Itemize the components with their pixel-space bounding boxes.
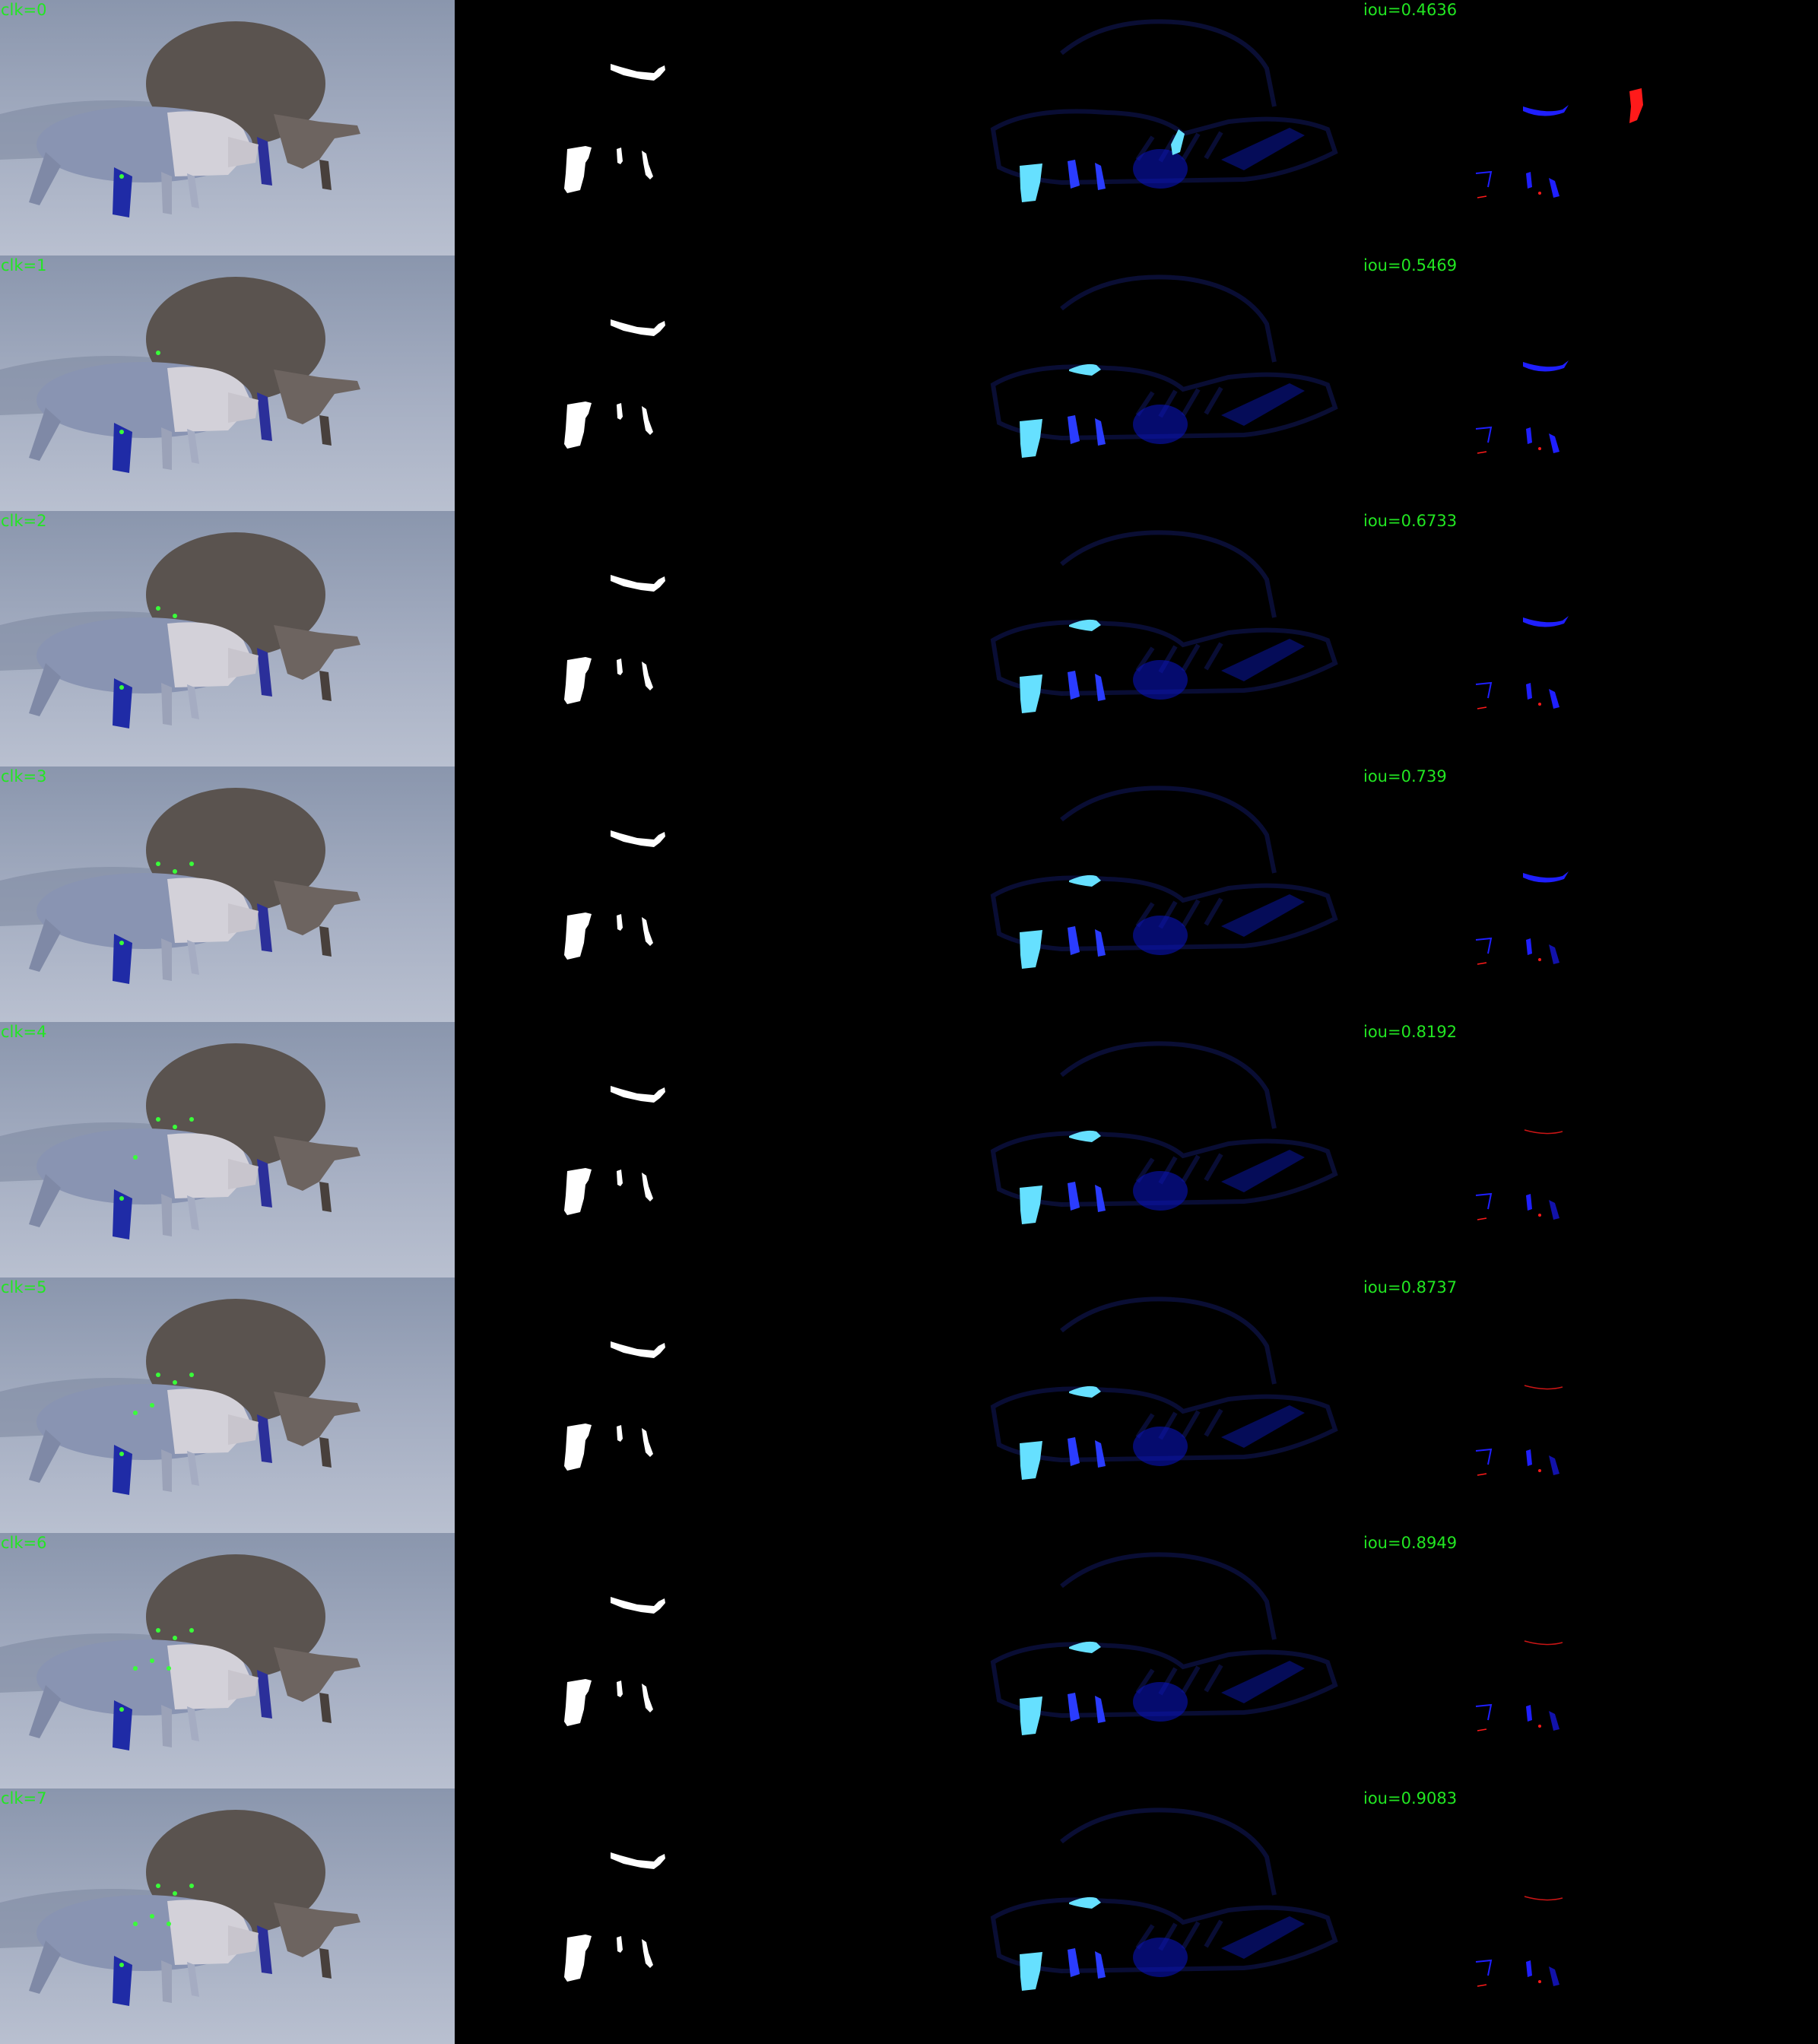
click-point: [119, 1963, 124, 1967]
error-map-panel: [1363, 256, 1818, 511]
result-row: clk=4 iou=0.8192: [0, 1022, 1818, 1278]
iou-score-label: iou=0.8949: [1363, 1534, 1458, 1552]
iou-score-label: iou=0.5469: [1363, 256, 1458, 275]
click-point: [119, 1452, 124, 1456]
ground-truth-mask-panel: [455, 766, 909, 1022]
ground-truth-mask-panel: [455, 1022, 909, 1278]
result-row: clk=2 iou=0.6733: [0, 511, 1818, 766]
error-map: [1475, 1896, 1563, 1987]
input-photo: [0, 256, 455, 511]
prediction-map-panel: [909, 1533, 1363, 1788]
ground-truth-mask: [564, 1341, 665, 1471]
ground-truth-mask-panel: [455, 0, 909, 256]
ground-truth-mask: [564, 830, 665, 960]
ground-truth-mask: [564, 1852, 665, 1982]
iou-score-label: iou=0.8737: [1363, 1278, 1458, 1297]
iou-score-label: iou=0.9083: [1363, 1789, 1458, 1808]
click-point: [119, 430, 124, 434]
click-count-label: clk=3: [1, 767, 47, 786]
prediction-map-panel: [909, 1788, 1363, 2044]
prediction-map-panel: [909, 766, 1363, 1022]
iou-score-label: iou=0.6733: [1363, 512, 1458, 530]
error-map: [1475, 1385, 1563, 1476]
result-row: clk=3 iou=0.739: [0, 766, 1818, 1022]
iou-score-label: iou=0.739: [1363, 767, 1447, 786]
prediction-heatmap: [990, 1808, 1338, 1991]
visualization-grid: clk=0 iou=0.4636 clk=1 iou=0.5469 clk=2 …: [0, 0, 1818, 2044]
click-point: [119, 174, 124, 179]
result-row: clk=0 iou=0.4636: [0, 0, 1818, 256]
click-count-label: clk=4: [1, 1023, 47, 1041]
error-map: [1475, 360, 1569, 454]
prediction-heatmap: [990, 1297, 1338, 1480]
ground-truth-mask: [564, 1597, 665, 1726]
iou-score-label: iou=0.4636: [1363, 1, 1458, 19]
prediction-heatmap: [990, 786, 1338, 969]
input-image-panel: [0, 1022, 455, 1278]
click-point: [119, 1196, 124, 1201]
ground-truth-mask-panel: [455, 1278, 909, 1533]
click-count-label: clk=0: [1, 1, 47, 19]
result-row: clk=6 iou=0.8949: [0, 1533, 1818, 1788]
click-point: [119, 685, 124, 690]
ground-truth-mask: [564, 319, 665, 449]
click-count-label: clk=7: [1, 1789, 47, 1808]
input-image-panel: [0, 1278, 455, 1533]
prediction-map-panel: [909, 1278, 1363, 1533]
result-row: clk=5 iou=0.8737: [0, 1278, 1818, 1533]
prediction-heatmap: [990, 1041, 1338, 1224]
error-map: [1475, 871, 1569, 965]
prediction-heatmap: [990, 275, 1338, 458]
ground-truth-mask-panel: [455, 1788, 909, 2044]
ground-truth-mask-panel: [455, 256, 909, 511]
result-row: clk=7 iou=0.9083: [0, 1788, 1818, 2044]
prediction-map-panel: [909, 511, 1363, 766]
result-row: clk=1 iou=0.5469: [0, 256, 1818, 511]
input-photo: [0, 1788, 455, 2044]
click-count-label: clk=1: [1, 256, 47, 275]
prediction-map-panel: [909, 1022, 1363, 1278]
click-count-label: clk=5: [1, 1278, 47, 1297]
input-photo: [0, 766, 455, 1022]
input-image-panel: [0, 1533, 455, 1788]
ground-truth-mask-panel: [455, 511, 909, 766]
ground-truth-mask: [564, 64, 665, 193]
click-count-label: clk=2: [1, 512, 47, 530]
error-map: [1475, 1640, 1563, 1731]
prediction-heatmap: [990, 19, 1338, 202]
error-map-panel: [1363, 1788, 1818, 2044]
input-image-panel: [0, 256, 455, 511]
input-image-panel: [0, 766, 455, 1022]
click-point: [119, 1707, 124, 1712]
error-map-panel: [1363, 0, 1818, 256]
error-map: [1475, 616, 1569, 709]
error-map-panel: [1363, 511, 1818, 766]
prediction-map-panel: [909, 256, 1363, 511]
input-photo: [0, 1022, 455, 1278]
error-map-panel: [1363, 1533, 1818, 1788]
error-map-panel: [1363, 1022, 1818, 1278]
error-map-panel: [1363, 766, 1818, 1022]
input-photo: [0, 511, 455, 766]
input-photo: [0, 0, 455, 256]
click-count-label: clk=6: [1, 1534, 47, 1552]
input-photo: [0, 1278, 455, 1533]
iou-score-label: iou=0.8192: [1363, 1023, 1458, 1041]
prediction-map-panel: [909, 0, 1363, 256]
error-map: [1475, 1129, 1563, 1220]
input-photo: [0, 1533, 455, 1788]
ground-truth-mask: [564, 575, 665, 704]
input-image-panel: [0, 0, 455, 256]
error-map: [1475, 88, 1643, 198]
prediction-heatmap: [990, 530, 1338, 713]
input-image-panel: [0, 1788, 455, 2044]
prediction-heatmap: [990, 1552, 1338, 1735]
error-map-panel: [1363, 1278, 1818, 1533]
input-image-panel: [0, 511, 455, 766]
click-point: [119, 941, 124, 945]
ground-truth-mask-panel: [455, 1533, 909, 1788]
ground-truth-mask: [564, 1086, 665, 1215]
